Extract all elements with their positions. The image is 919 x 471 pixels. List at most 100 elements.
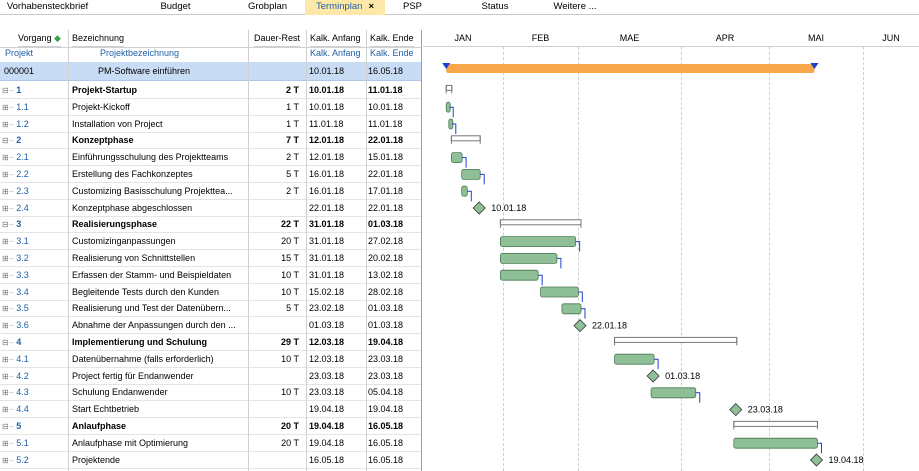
task-row[interactable]: ⊞·· 2.4 Konzeptphase abgeschlossen 22.01.1… — [0, 200, 421, 217]
task-end: 05.04.18 — [368, 387, 404, 398]
tab-weitere[interactable]: Weitere ... — [545, 0, 605, 15]
task-row[interactable]: ⊞·· 2.2 Erstellung des Fachkonzeptes 5 T 16… — [0, 166, 421, 183]
tab-vorhabensteckbrief[interactable]: Vorhabensteckbrief — [0, 0, 95, 15]
task-id-label: 5 — [16, 421, 22, 431]
task-row[interactable]: ⊞·· 4.2 Project fertig für Endanwender 23.… — [0, 368, 421, 385]
column-header-bezeichnung[interactable]: Bezeichnung — [72, 30, 125, 47]
task-row[interactable]: ⊞·· 3.4 Begleitende Tests durch den Kunde… — [0, 284, 421, 301]
task-row[interactable]: ⊞·· 5.2 Projektende 16.05.18 16.05.18 — [0, 452, 421, 469]
task-start: 12.01.18 — [309, 135, 345, 146]
task-duration — [250, 317, 303, 333]
tree-expand-icon[interactable]: ⊞·· — [2, 153, 16, 162]
task-bar — [733, 437, 818, 449]
tab-label: PSP — [402, 1, 422, 12]
task-row[interactable]: ⊞·· 3.5 Realisierung und Test der Datenüb… — [0, 300, 421, 318]
task-bar — [650, 387, 697, 399]
task-start: 12.03.18 — [309, 337, 345, 347]
column-header-dauer[interactable]: Dauer-Rest — [254, 30, 301, 47]
task-row[interactable]: ⊟·· 4 Implementierung und Schulung 29 T 12.… — [0, 334, 421, 351]
task-row[interactable]: ⊞·· 1.1 Projekt-Kickoff 1 T 10.01.18 10.01.1… — [0, 99, 421, 116]
tab-grobplan[interactable]: Grobplan — [230, 0, 305, 15]
task-row[interactable]: ⊞·· 3.3 Erfassen der Stamm- und Beispield… — [0, 267, 421, 284]
milestone-label: 22.01.18 — [592, 321, 627, 331]
tab-status[interactable]: Status — [470, 0, 520, 15]
task-bar — [614, 353, 655, 365]
task-row[interactable]: ⊞·· 2.3 Customizing Basisschulung Projekt… — [0, 183, 421, 200]
task-id-label: 3 — [16, 219, 22, 230]
tree-expand-icon[interactable]: ⊞·· — [2, 103, 16, 112]
task-name: Erstellung des Fachkonzeptes — [72, 169, 193, 179]
task-row[interactable]: ⊞·· 4.1 Datenübernahme (falls erforderlic… — [0, 351, 421, 368]
task-row[interactable]: ⊞·· 3.2 Realisierung von Schnittstellen 15… — [0, 250, 421, 267]
task-end: 19.04.18 — [368, 337, 404, 347]
tree-expand-icon[interactable]: ⊞·· — [2, 120, 16, 129]
tab-budget[interactable]: Budget — [138, 0, 213, 15]
task-end: 23.03.18 — [368, 370, 404, 381]
tree-expand-icon[interactable]: ⊞·· — [2, 170, 16, 179]
task-row[interactable]: ⊟·· 3 Realisierungsphase 22 T 31.01.18 01.03… — [0, 216, 421, 234]
tree-expand-icon[interactable]: ⊞·· — [2, 187, 16, 196]
column-header-anfang[interactable]: Kalk. Anfang — [310, 30, 361, 47]
tree-expand-icon[interactable]: ⊞·· — [2, 304, 16, 313]
project-row[interactable]: 000001 PM-Software einführen 10.01.18 16… — [0, 62, 421, 81]
tree-expand-icon[interactable]: ⊞·· — [2, 254, 16, 263]
task-id-label: 5.2 — [16, 454, 29, 465]
sort-icon[interactable]: ◆ — [54, 33, 61, 43]
tree-expand-icon[interactable]: ⊞·· — [2, 288, 16, 297]
milestone-diamond — [472, 201, 486, 215]
column-header-vorgang[interactable]: Vorgang ◆ — [18, 30, 61, 47]
task-row[interactable]: ⊞·· 1.2 Installation von Project 1 T 11.01.… — [0, 116, 421, 133]
tree-expand-icon[interactable]: ⊞·· — [2, 456, 16, 465]
gantt-chart[interactable]: JAN FEB MAE APR MAI JUN 10.01.18 22.01.18 01.03… — [423, 30, 919, 471]
tree-expand-icon[interactable]: ⊞·· — [2, 271, 16, 280]
close-icon[interactable]: × — [368, 1, 374, 12]
tree-expand-icon[interactable]: ⊞·· — [2, 388, 16, 397]
task-end: 28.02.18 — [368, 286, 404, 297]
task-duration: 20 T — [280, 421, 299, 431]
tree-collapse-icon[interactable]: ⊟·· — [2, 220, 16, 229]
tree-expand-icon[interactable]: ⊞·· — [2, 439, 16, 448]
tree-collapse-icon[interactable]: ⊟·· — [2, 86, 16, 95]
task-row[interactable]: ⊞·· 4.4 Start Echtbetrieb 19.04.18 19.04.18 — [0, 401, 421, 419]
task-end: 19.04.18 — [368, 404, 404, 415]
task-duration: 1 T — [286, 101, 299, 112]
tab-psp[interactable]: PSP — [395, 0, 430, 15]
task-id-label: 2.2 — [16, 169, 29, 179]
tree-expand-icon[interactable]: ⊞·· — [2, 355, 16, 364]
tree-expand-icon[interactable]: ⊞·· — [2, 372, 16, 381]
task-bar — [561, 303, 582, 315]
dependency-link — [578, 291, 583, 302]
task-row[interactable]: ⊞·· 3.6 Abnahme der Anpassungen durch den… — [0, 317, 421, 335]
column-header-ende[interactable]: Kalk. Ende — [370, 30, 414, 47]
dependency-link — [581, 308, 586, 319]
task-row[interactable]: ⊟·· 2 Konzeptphase 7 T 12.01.18 22.01.18 — [0, 132, 421, 150]
subheader-projekt: Projekt — [5, 48, 34, 58]
task-row[interactable]: ⊟·· 5 Anlaufphase 20 T 19.04.18 16.05.18 — [0, 418, 421, 435]
tree-expand-icon[interactable]: ⊞·· — [2, 204, 16, 213]
task-row[interactable]: ⊞·· 5.1 Anlaufphase mit Optimierung 20 T 19… — [0, 435, 421, 452]
tree-collapse-icon[interactable]: ⊟·· — [2, 338, 16, 347]
task-name: Realisierung und Test der Datenübern... — [72, 303, 231, 314]
tree-expand-icon[interactable]: ⊞·· — [2, 321, 16, 330]
task-id-label: 5.1 — [16, 437, 29, 448]
dependency-link — [575, 241, 581, 252]
task-name: Schulung Endanwender — [72, 387, 168, 398]
task-name: Konzeptphase — [72, 135, 134, 146]
gantt-canvas[interactable]: 10.01.18 22.01.18 01.03.18 23.03.18 19.04.18 — [423, 30, 919, 471]
task-row[interactable]: ⊞·· 4.3 Schulung Endanwender 10 T 23.03.18 0… — [0, 384, 421, 402]
task-start: 22.01.18 — [309, 202, 345, 213]
tree-expand-icon[interactable]: ⊞·· — [2, 405, 16, 414]
task-row[interactable]: ⊞·· 3.1 Customizinganpassungen 20 T 31.01.1… — [0, 233, 421, 251]
task-id: ⊞·· 3.5 — [2, 300, 68, 316]
project-end: 16.05.18 — [368, 66, 404, 76]
task-name: Project fertig für Endanwender — [72, 370, 194, 381]
task-row[interactable]: ⊟·· 1 Projekt-Startup 2 T 10.01.18 11.01.18 — [0, 82, 421, 99]
task-id: ⊞·· 2.1 — [2, 149, 68, 165]
task-row[interactable]: ⊞·· 2.1 Einführungsschulung des Projektte… — [0, 149, 421, 167]
tree-collapse-icon[interactable]: ⊟·· — [2, 422, 16, 431]
tree-expand-icon[interactable]: ⊞·· — [2, 237, 16, 246]
tab-terminplan[interactable]: Terminplan × — [305, 0, 385, 15]
task-duration: 20 T — [281, 437, 299, 448]
tree-collapse-icon[interactable]: ⊟·· — [2, 136, 16, 145]
task-duration — [250, 401, 303, 417]
